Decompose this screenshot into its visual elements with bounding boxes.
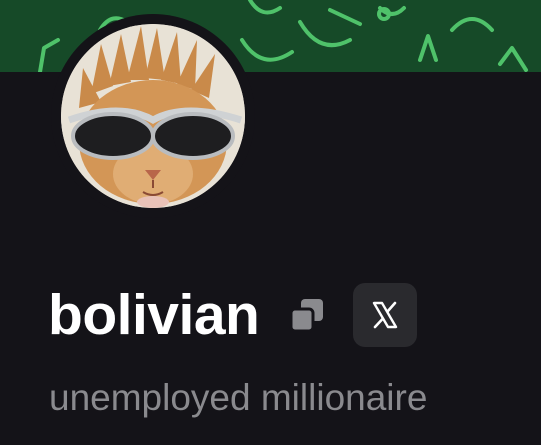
avatar-image (61, 24, 245, 208)
copy-button[interactable] (287, 295, 327, 335)
display-name: bolivian (48, 283, 260, 347)
x-logo-icon (373, 301, 398, 329)
avatar[interactable] (61, 24, 245, 208)
profile-card: bolivian unemployed millionaire (0, 0, 541, 445)
copy-icon (289, 299, 324, 333)
profile-bio: unemployed millionaire (49, 377, 428, 418)
name-row: bolivian (48, 281, 418, 349)
x-social-button[interactable] (353, 283, 418, 347)
